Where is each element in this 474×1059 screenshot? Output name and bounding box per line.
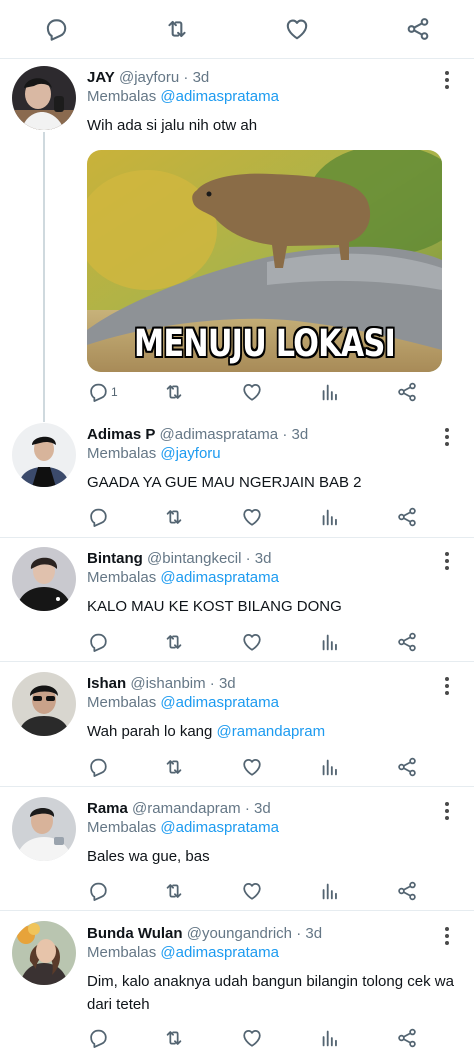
reply-icon[interactable] xyxy=(87,506,109,528)
retweet-icon[interactable] xyxy=(164,16,190,42)
avatar[interactable] xyxy=(12,672,76,736)
retweet-icon[interactable] xyxy=(163,1027,185,1049)
reply-prefix: Membalas xyxy=(87,944,157,961)
more-icon[interactable] xyxy=(445,552,449,573)
more-icon[interactable] xyxy=(445,428,449,449)
like-icon[interactable] xyxy=(284,16,310,42)
reply-icon[interactable] xyxy=(43,16,69,42)
user-handle[interactable]: @jayforu xyxy=(119,69,179,86)
share-icon[interactable] xyxy=(396,631,418,653)
media-caption: MENUJU LOKASI xyxy=(134,322,396,365)
reply-to-mention[interactable]: @adimaspratama xyxy=(160,944,279,961)
top-action-bar xyxy=(0,0,474,59)
tweet-time: · 3d xyxy=(209,675,236,692)
user-handle[interactable]: @bintangkecil xyxy=(147,550,241,567)
retweet-icon[interactable] xyxy=(163,631,185,653)
like-icon[interactable] xyxy=(241,381,263,403)
share-icon[interactable] xyxy=(405,16,431,42)
share-icon[interactable] xyxy=(396,1027,418,1049)
share-icon[interactable] xyxy=(396,381,418,403)
avatar[interactable] xyxy=(12,547,76,611)
display-name[interactable]: Ishan xyxy=(87,675,126,692)
like-icon[interactable] xyxy=(241,506,263,528)
more-icon[interactable] xyxy=(445,927,449,948)
tweet-text: Wih ada si jalu nih otw ah xyxy=(87,117,258,134)
reply-to-mention[interactable]: @adimaspratama xyxy=(160,569,279,586)
views-icon[interactable] xyxy=(319,381,341,403)
reply-prefix: Membalas xyxy=(87,88,157,105)
divider xyxy=(0,786,474,787)
user-handle[interactable]: @ramandapram xyxy=(132,800,241,817)
tweet-time: · 3d xyxy=(296,925,323,942)
retweet-icon[interactable] xyxy=(163,880,185,902)
tweet-time: · 3d xyxy=(282,426,309,443)
like-icon[interactable] xyxy=(241,880,263,902)
like-icon[interactable] xyxy=(241,756,263,778)
avatar[interactable] xyxy=(12,423,76,487)
views-icon[interactable] xyxy=(319,880,341,902)
tweet-time: · 3d xyxy=(245,550,272,567)
reply-icon[interactable] xyxy=(87,1027,109,1049)
views-icon[interactable] xyxy=(319,1027,341,1049)
avatar[interactable] xyxy=(12,921,76,985)
reply-prefix: Membalas xyxy=(87,694,157,711)
divider xyxy=(0,910,474,911)
user-handle[interactable]: @adimaspratama xyxy=(160,426,279,443)
divider xyxy=(0,661,474,662)
reply-prefix: Membalas xyxy=(87,819,157,836)
display-name[interactable]: Bintang xyxy=(87,550,143,567)
retweet-icon[interactable] xyxy=(163,381,185,403)
more-icon[interactable] xyxy=(445,677,449,698)
reply-prefix: Membalas xyxy=(87,569,157,586)
avatar[interactable] xyxy=(12,66,76,130)
tweet-time: · 3d xyxy=(183,69,210,86)
text-mention[interactable]: @ramandapram xyxy=(217,723,326,740)
user-handle[interactable]: @ishanbim xyxy=(130,675,205,692)
share-icon[interactable] xyxy=(396,880,418,902)
tweet-text: GAADA YA GUE MAU NGERJAIN BAB 2 xyxy=(87,474,362,491)
reply-count: 1 xyxy=(111,385,118,399)
more-icon[interactable] xyxy=(445,71,449,92)
share-icon[interactable] xyxy=(396,756,418,778)
avatar[interactable] xyxy=(12,797,76,861)
like-icon[interactable] xyxy=(241,631,263,653)
display-name[interactable]: Adimas P xyxy=(87,426,155,443)
like-icon[interactable] xyxy=(241,1027,263,1049)
display-name[interactable]: Rama xyxy=(87,800,128,817)
tweet-text: Bales wa gue, bas xyxy=(87,848,210,865)
reply-to-mention[interactable]: @adimaspratama xyxy=(160,88,279,105)
retweet-icon[interactable] xyxy=(163,506,185,528)
divider xyxy=(0,537,474,538)
views-icon[interactable] xyxy=(319,631,341,653)
reply-icon[interactable] xyxy=(87,880,109,902)
retweet-icon[interactable] xyxy=(163,756,185,778)
reply-icon[interactable] xyxy=(87,756,109,778)
views-icon[interactable] xyxy=(319,756,341,778)
reply-to-mention[interactable]: @adimaspratama xyxy=(160,819,279,836)
more-icon[interactable] xyxy=(445,802,449,823)
display-name[interactable]: JAY xyxy=(87,69,115,86)
tweet-time: · 3d xyxy=(244,800,271,817)
tweet-text-part: Wah parah lo kang xyxy=(87,723,217,740)
reply-icon[interactable] xyxy=(87,381,109,403)
tweet-media-image[interactable]: MENUJU LOKASI xyxy=(87,150,442,372)
views-icon[interactable] xyxy=(319,506,341,528)
tweet-text: Dim, kalo anaknya udah bangun bilangin t… xyxy=(87,973,454,1013)
reply-icon[interactable] xyxy=(87,631,109,653)
tweet-text: KALO MAU KE KOST BILANG DONG xyxy=(87,598,342,615)
reply-to-mention[interactable]: @adimaspratama xyxy=(160,694,279,711)
tweet-text: Wah parah lo kang @ramandapram xyxy=(87,721,325,743)
thread-connector-line xyxy=(43,132,45,422)
reply-to-mention[interactable]: @jayforu xyxy=(160,445,220,462)
share-icon[interactable] xyxy=(396,506,418,528)
reply-prefix: Membalas xyxy=(87,445,157,462)
user-handle[interactable]: @youngandrich xyxy=(187,925,292,942)
display-name[interactable]: Bunda Wulan xyxy=(87,925,183,942)
